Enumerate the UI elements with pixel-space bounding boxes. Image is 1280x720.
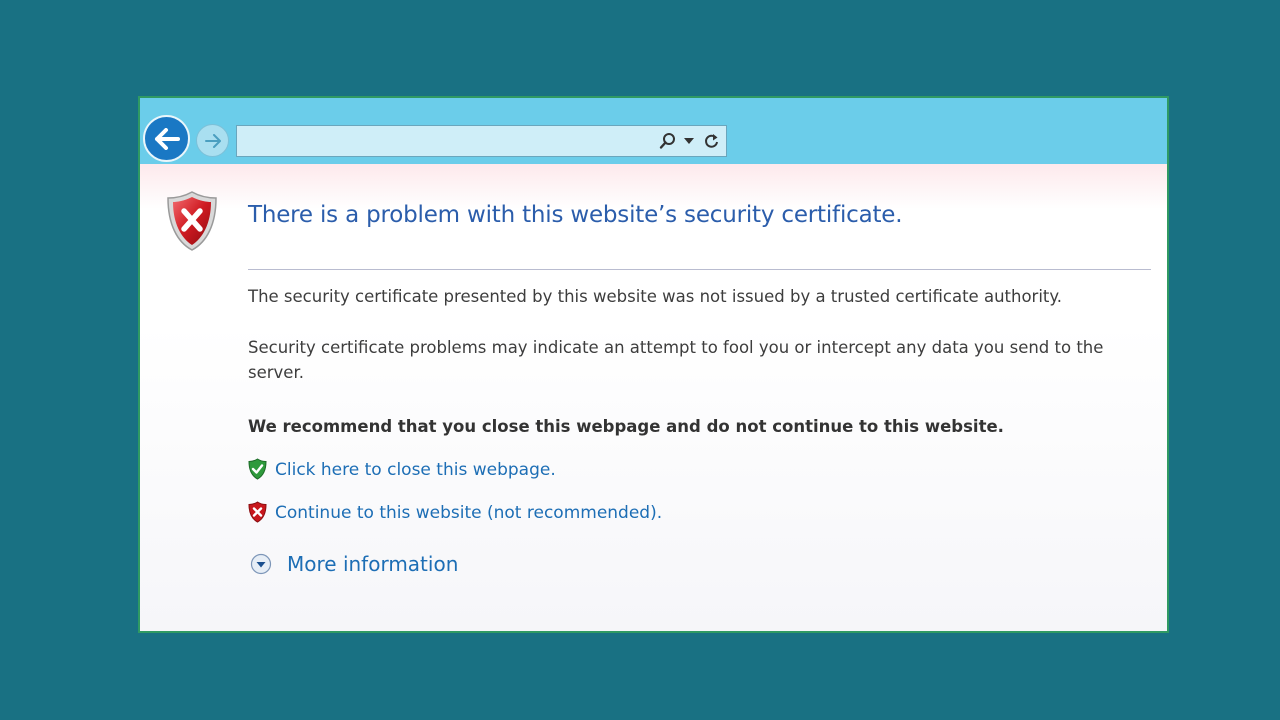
back-button[interactable] [143,115,190,162]
browser-toolbar [140,98,1167,164]
error-shield-icon [167,191,217,251]
security-warning-text: Security certificate problems may indica… [248,338,1104,382]
page-title: There is a problem with this website’s s… [248,202,903,228]
browser-window: There is a problem with this website’s s… [138,96,1169,633]
red-shield-x-icon [248,501,267,523]
address-bar[interactable] [236,125,727,157]
close-webpage-link[interactable]: Click here to close this webpage. [275,458,556,482]
recommendation-text: We recommend that you close this webpage… [248,417,1004,436]
continue-website-link[interactable]: Continue to this website (not recommende… [275,501,662,525]
green-shield-check-icon [248,458,267,480]
chevron-down-icon [250,553,272,575]
divider [248,269,1151,270]
forward-button[interactable] [196,124,229,157]
search-icon[interactable] [659,132,677,150]
certificate-issue-text: The security certificate presented by th… [248,287,1063,306]
more-information-label: More information [287,552,459,576]
forward-arrow-icon [204,133,221,148]
back-arrow-icon [154,127,180,150]
continue-option[interactable]: Continue to this website (not recommende… [248,501,662,525]
error-page: There is a problem with this website’s s… [140,164,1167,631]
dropdown-icon[interactable] [684,138,694,144]
refresh-icon[interactable] [703,132,720,150]
more-information-toggle[interactable]: More information [250,552,458,576]
close-webpage-option[interactable]: Click here to close this webpage. [248,458,556,482]
address-input[interactable] [241,130,645,154]
